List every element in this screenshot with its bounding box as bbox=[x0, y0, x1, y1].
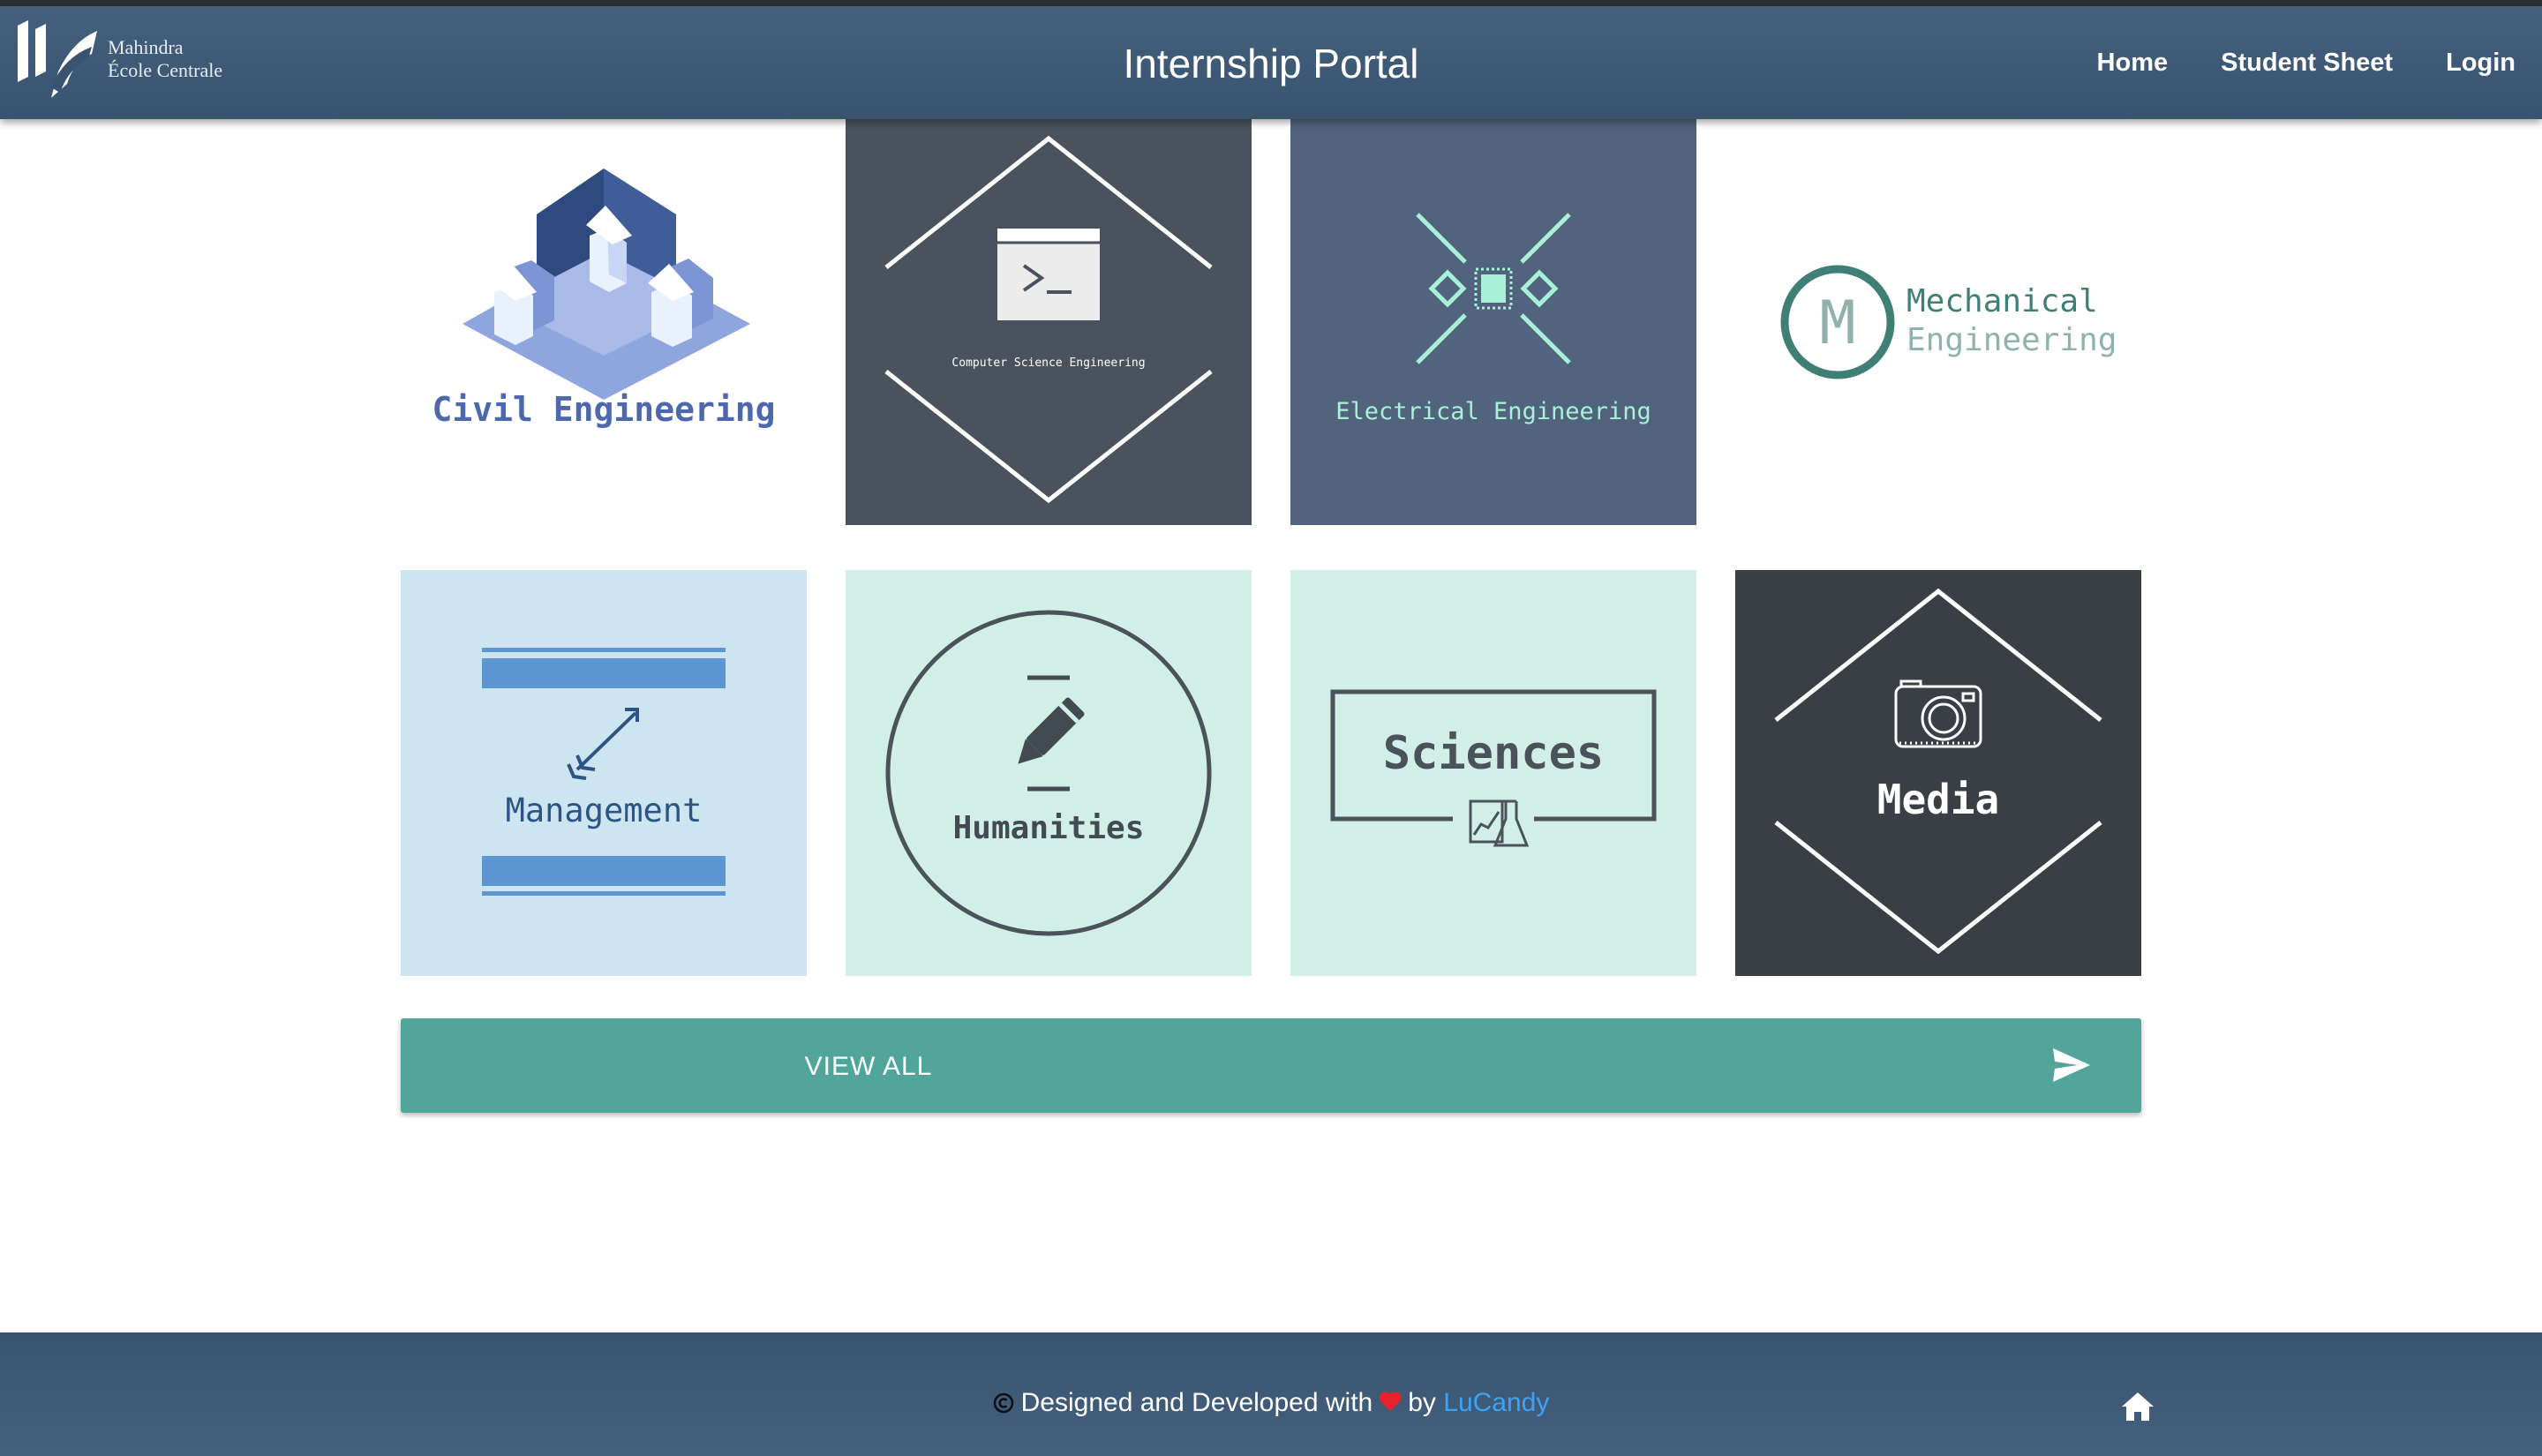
mechanical-monogram: M bbox=[1820, 289, 1856, 358]
nav-student-sheet-link[interactable]: Student Sheet bbox=[2221, 49, 2393, 78]
footer-by-text: by bbox=[1408, 1388, 1436, 1417]
top-navbar: Mahindra École Centrale Internship Porta… bbox=[0, 6, 2542, 119]
view-all-label: VIEW ALL bbox=[804, 1052, 933, 1081]
footer-author-link[interactable]: LuCandy bbox=[1443, 1388, 1549, 1417]
footer-credit: Designed and Developed with by LuCandy bbox=[0, 1388, 2542, 1418]
isometric-buildings-icon: Civil Engineering bbox=[432, 169, 776, 429]
tile-electrical-engineering-label: Electrical Engineering bbox=[1335, 398, 1651, 425]
monogram-badge-icon: M bbox=[1780, 265, 1895, 379]
tile-mechanical-engineering[interactable]: M Mechanical Engineering bbox=[1735, 119, 2141, 525]
view-all-button[interactable]: VIEW ALL bbox=[401, 1018, 2141, 1113]
pen-icon bbox=[1018, 697, 1085, 764]
heart-icon bbox=[1379, 1392, 1402, 1411]
nav-login-link[interactable]: Login bbox=[2446, 49, 2516, 78]
tile-computer-science-label: Computer Science Engineering bbox=[951, 356, 1145, 370]
tile-humanities-label: Humanities bbox=[953, 810, 1145, 846]
home-icon[interactable] bbox=[2120, 1391, 2155, 1422]
camera-icon bbox=[1894, 679, 1982, 748]
tile-civil-engineering-label: Civil Engineering bbox=[432, 390, 776, 429]
tile-sciences-label: Sciences bbox=[1383, 727, 1604, 780]
tile-media-label: Media bbox=[1877, 776, 1999, 823]
tile-sciences[interactable]: Sciences bbox=[1290, 570, 1696, 976]
tile-civil-engineering[interactable]: Civil Engineering bbox=[401, 119, 807, 525]
copyright-icon bbox=[993, 1392, 1013, 1414]
tile-mechanical-label-line-2: Engineering bbox=[1906, 322, 2117, 358]
nav-home-link[interactable]: Home bbox=[2097, 49, 2169, 78]
chip-icon bbox=[1416, 213, 1571, 364]
tile-management[interactable]: Management bbox=[401, 570, 807, 976]
terminal-icon bbox=[997, 229, 1100, 320]
nav-menu: Home Student Sheet Login bbox=[2097, 49, 2516, 78]
tile-humanities[interactable]: Humanities bbox=[846, 570, 1252, 976]
tile-computer-science-engineering[interactable]: Computer Science Engineering bbox=[846, 119, 1252, 525]
tile-media[interactable]: Media bbox=[1735, 570, 2141, 976]
tile-electrical-engineering[interactable]: Electrical Engineering bbox=[1290, 119, 1696, 525]
tile-mechanical-label-line-1: Mechanical bbox=[1906, 283, 2098, 319]
footer-prefix-text: Designed and Developed with bbox=[1020, 1388, 1373, 1417]
send-icon bbox=[2053, 1048, 2090, 1082]
flask-icon bbox=[1469, 799, 1530, 847]
page-footer: Designed and Developed with by LuCandy bbox=[0, 1332, 2542, 1456]
tile-management-label: Management bbox=[506, 792, 703, 829]
top-border bbox=[0, 0, 2542, 6]
arrow-icon bbox=[567, 708, 639, 780]
